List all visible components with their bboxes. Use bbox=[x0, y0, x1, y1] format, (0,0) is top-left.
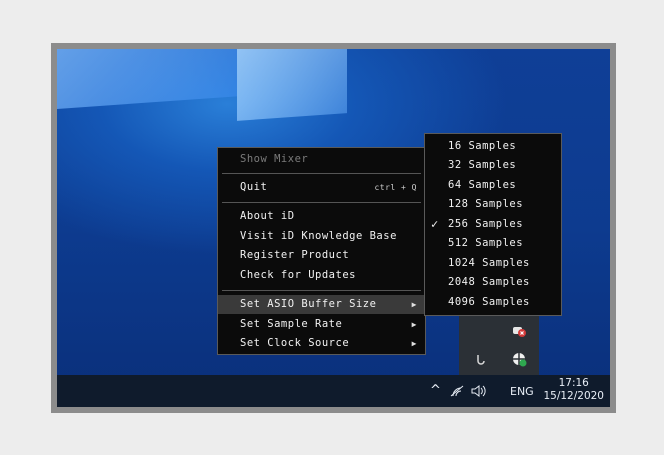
menu-item-clock-source[interactable]: Set Clock Source ▶ bbox=[218, 334, 425, 353]
menu-separator bbox=[222, 173, 421, 174]
buffer-option-selected[interactable]: ✓ 256 Samples bbox=[425, 215, 561, 234]
menu-item-register-product[interactable]: Register Product bbox=[218, 246, 425, 265]
wallpaper-window-pane bbox=[57, 49, 237, 110]
asio-buffer-submenu: 16 Samples 32 Samples 64 Samples 128 Sam… bbox=[424, 133, 562, 316]
quit-shortcut: ctrl + Q bbox=[374, 183, 417, 192]
taskbar-clock[interactable]: 17:16 15/12/2020 bbox=[543, 377, 604, 403]
buffer-option[interactable]: 512 Samples bbox=[425, 234, 561, 253]
buffer-option[interactable]: 2048 Samples bbox=[425, 273, 561, 292]
checkmark-icon: ✓ bbox=[431, 217, 439, 231]
menu-item-knowledge-base[interactable]: Visit iD Knowledge Base bbox=[218, 227, 425, 246]
buffer-option[interactable]: 32 Samples bbox=[425, 156, 561, 175]
taskbar: ^ ENG 17:16 15/12/2020 bbox=[57, 375, 610, 407]
menu-item-about[interactable]: About iD bbox=[218, 207, 425, 226]
usb-device-icon[interactable] bbox=[473, 351, 489, 367]
wifi-icon[interactable] bbox=[449, 384, 465, 398]
menu-separator bbox=[222, 202, 421, 203]
clock-date: 15/12/2020 bbox=[543, 390, 604, 402]
menu-item-quit[interactable]: Quit ctrl + Q bbox=[218, 178, 425, 197]
menu-separator bbox=[222, 290, 421, 291]
security-shield-icon[interactable] bbox=[511, 351, 527, 367]
buffer-option[interactable]: 4096 Samples bbox=[425, 293, 561, 312]
menu-item-show-mixer[interactable]: Show Mixer bbox=[218, 150, 425, 169]
submenu-arrow-icon: ▶ bbox=[411, 300, 417, 309]
tray-context-menu: Show Mixer Quit ctrl + Q About iD Visit i… bbox=[217, 147, 426, 355]
volume-icon[interactable] bbox=[470, 384, 488, 398]
buffer-option[interactable]: 16 Samples bbox=[425, 137, 561, 156]
tray-overflow-flyout bbox=[459, 315, 539, 379]
menu-item-check-updates[interactable]: Check for Updates bbox=[218, 266, 425, 285]
clock-time: 17:16 bbox=[558, 377, 589, 389]
audio-device-error-icon[interactable] bbox=[511, 323, 527, 339]
submenu-arrow-icon: ▶ bbox=[411, 339, 417, 348]
menu-item-asio-buffer-size[interactable]: Set ASIO Buffer Size ▶ bbox=[218, 295, 425, 314]
buffer-option[interactable]: 64 Samples bbox=[425, 176, 561, 195]
menu-item-sample-rate[interactable]: Set Sample Rate ▶ bbox=[218, 315, 425, 334]
input-language[interactable]: ENG bbox=[510, 385, 534, 398]
buffer-option[interactable]: 1024 Samples bbox=[425, 254, 561, 273]
submenu-arrow-icon: ▶ bbox=[411, 320, 417, 329]
buffer-option[interactable]: 128 Samples bbox=[425, 195, 561, 214]
show-hidden-icons-chevron[interactable]: ^ bbox=[430, 383, 441, 398]
wallpaper-window-pane-light bbox=[237, 49, 347, 121]
